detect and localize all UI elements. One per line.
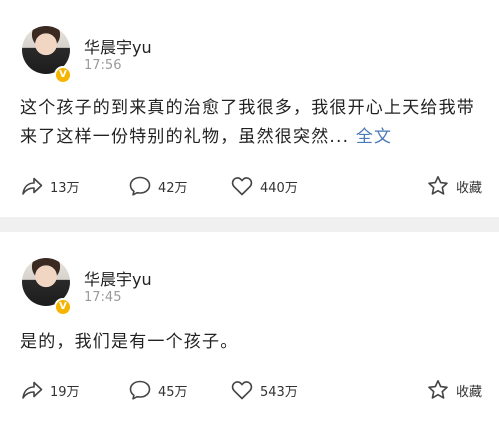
heart-icon (230, 175, 254, 197)
like-button[interactable]: 440万 (230, 174, 298, 198)
post-text: 是的，我们是有一个孩子。 (20, 328, 479, 357)
post-card[interactable]: V 华晨宇yu 17:56 这个孩子的到来真的治愈了我很多，我很开心上天给我带来… (0, 0, 499, 217)
post-text-content: 这个孩子的到来真的治愈了我很多，我很开心上天给我带来了这样一份特别的礼物，虽然很… (20, 98, 475, 147)
share-count: 13万 (50, 180, 80, 196)
author-name[interactable]: 华晨宇yu (84, 34, 152, 58)
post-actions: 13万 42万 440万 收藏 (0, 174, 499, 198)
share-button[interactable]: 19万 (20, 378, 80, 402)
post-text: 这个孩子的到来真的治愈了我很多，我很开心上天给我带来了这样一份特别的礼物，虽然很… (20, 94, 479, 152)
post-text-content: 是的，我们是有一个孩子。 (20, 332, 239, 352)
share-icon (20, 379, 44, 401)
comment-icon (128, 175, 152, 197)
post-time: 17:45 (84, 290, 122, 305)
share-icon (20, 175, 44, 197)
comment-icon (128, 379, 152, 401)
verified-badge-icon: V (54, 66, 72, 84)
favorite-label: 收藏 (456, 384, 483, 400)
heart-icon (230, 379, 254, 401)
comment-button[interactable]: 45万 (128, 378, 188, 402)
read-more-link[interactable]: 全文 (356, 127, 392, 147)
favorite-button[interactable]: 收藏 (426, 174, 482, 198)
weibo-feed: V 华晨宇yu 17:56 这个孩子的到来真的治愈了我很多，我很开心上天给我带来… (0, 0, 499, 426)
comment-button[interactable]: 42万 (128, 174, 188, 198)
share-button[interactable]: 13万 (20, 174, 80, 198)
favorite-label: 收藏 (456, 180, 483, 196)
author-name[interactable]: 华晨宇yu (84, 266, 152, 290)
comment-count: 42万 (158, 180, 188, 196)
comment-count: 45万 (158, 384, 188, 400)
star-icon (426, 379, 450, 401)
star-icon (426, 175, 450, 197)
like-count: 543万 (260, 384, 298, 400)
favorite-button[interactable]: 收藏 (426, 378, 482, 402)
post-card[interactable]: V 华晨宇yu 17:45 是的，我们是有一个孩子。 19万 45万 543万 … (0, 232, 499, 426)
like-count: 440万 (260, 180, 298, 196)
share-count: 19万 (50, 384, 80, 400)
post-actions: 19万 45万 543万 收藏 (0, 378, 499, 402)
verified-badge-icon: V (54, 298, 72, 316)
post-time: 17:56 (84, 58, 122, 73)
like-button[interactable]: 543万 (230, 378, 298, 402)
